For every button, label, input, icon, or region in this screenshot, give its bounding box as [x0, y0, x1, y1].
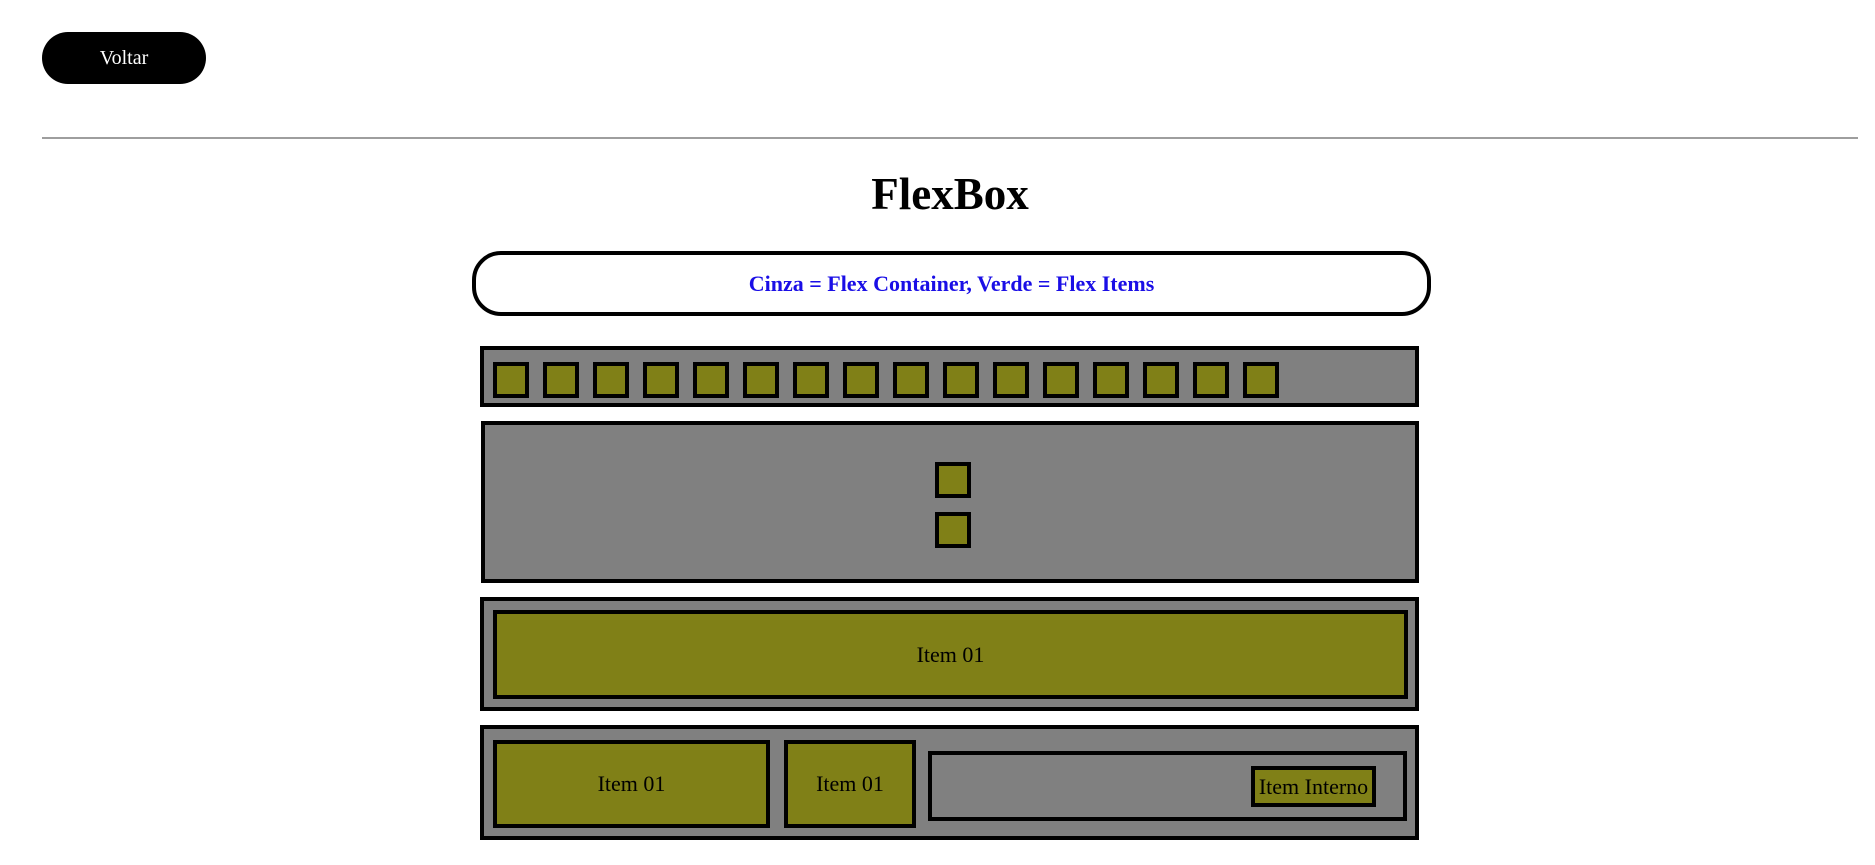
flex-item-square: [543, 362, 579, 398]
flex-item: Item 01: [493, 610, 1408, 699]
flex-item-square: [743, 362, 779, 398]
flex-item-square: [493, 362, 529, 398]
flex-item-square: [1243, 362, 1279, 398]
flex-container-single: Item 01: [480, 597, 1419, 711]
flex-item-square: [793, 362, 829, 398]
flex-item-square: [893, 362, 929, 398]
legend-text: Cinza = Flex Container, Verde = Flex Ite…: [748, 271, 1155, 296]
flex-item-square: [593, 362, 629, 398]
inner-flex-container: Item Interno: [928, 751, 1407, 821]
flex-container-row: [480, 346, 1419, 407]
page-title: FlexBox: [871, 169, 1029, 219]
flex-item-square: [943, 362, 979, 398]
flex-item-square: [935, 512, 971, 548]
flex-container-column: [481, 421, 1419, 583]
flex-item-grow: Item 01: [493, 740, 770, 828]
flex-item: Item 01: [784, 740, 916, 828]
back-button[interactable]: Voltar: [42, 32, 206, 84]
header-divider: [42, 137, 1858, 139]
inner-flex-item: Item Interno: [1251, 766, 1376, 807]
flex-item-square: [693, 362, 729, 398]
flex-item-square: [643, 362, 679, 398]
flex-item-square: [935, 462, 971, 498]
legend-box: Cinza = Flex Container, Verde = Flex Ite…: [472, 251, 1431, 316]
flex-container-nested: Item 01 Item 01 Item Interno: [480, 725, 1419, 840]
flex-item-square: [1143, 362, 1179, 398]
flex-item-square: [993, 362, 1029, 398]
flex-item-square: [843, 362, 879, 398]
flex-item-square: [1193, 362, 1229, 398]
flex-item-square: [1043, 362, 1079, 398]
flex-item-square: [1093, 362, 1129, 398]
page: Voltar FlexBox Cinza = Flex Container, V…: [0, 0, 1875, 865]
